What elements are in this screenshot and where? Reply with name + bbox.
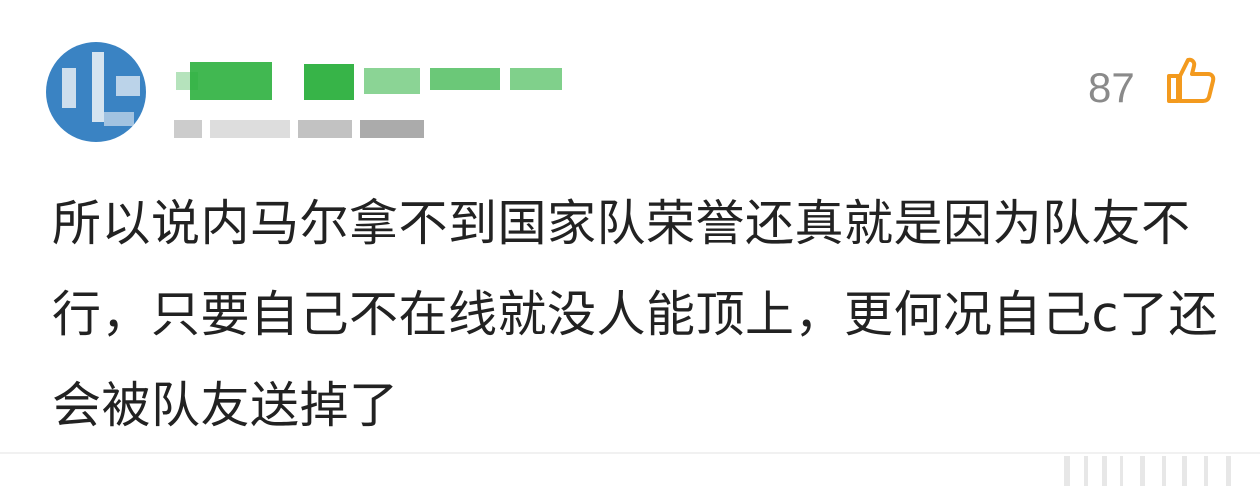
avatar-pixelation bbox=[62, 68, 76, 108]
footer-fade bbox=[1140, 456, 1145, 486]
footer-fade bbox=[1084, 456, 1088, 486]
footer-fade bbox=[1182, 456, 1187, 486]
like-count: 87 bbox=[1088, 64, 1135, 111]
footer-fade bbox=[1204, 456, 1208, 486]
avatar-pixelation bbox=[104, 112, 134, 126]
avatar-pixelation bbox=[116, 76, 140, 96]
footer-fade bbox=[1120, 456, 1123, 486]
thumbs-up-icon[interactable] bbox=[1164, 54, 1216, 106]
footer-fade bbox=[1226, 456, 1231, 486]
avatar[interactable] bbox=[46, 42, 146, 142]
username-redacted[interactable] bbox=[176, 58, 596, 102]
footer-fade bbox=[1064, 456, 1070, 486]
avatar-pixelation bbox=[92, 52, 104, 122]
divider bbox=[0, 452, 1260, 454]
footer-fade bbox=[1102, 456, 1107, 486]
comment-text: 所以说内马尔拿不到国家队荣誉还真就是因为队友不行，只要自己不在线就没人能顶上，更… bbox=[52, 195, 1218, 434]
footer-fade bbox=[1162, 456, 1166, 486]
timestamp-redacted bbox=[174, 116, 444, 140]
